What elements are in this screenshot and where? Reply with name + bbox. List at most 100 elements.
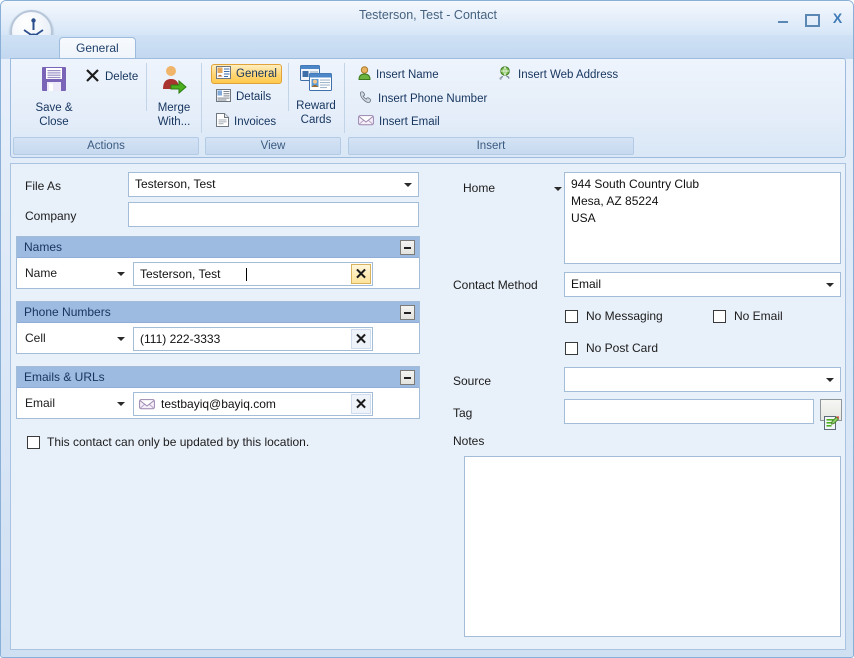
- ribbon-group-actions: Save & Close Delete Merge With... Action…: [11, 59, 201, 157]
- notes-textarea[interactable]: [464, 456, 841, 637]
- reward-cards-icon: [299, 63, 333, 97]
- company-label: Company: [25, 209, 77, 223]
- chevron-down-icon[interactable]: [117, 402, 125, 406]
- contact-window: Testerson, Test - Contact X General Save…: [0, 0, 854, 658]
- ribbon-divider: [288, 63, 289, 111]
- title-bar: Testerson, Test - Contact X: [1, 1, 853, 35]
- clear-x-icon[interactable]: ✕: [351, 264, 371, 284]
- no-post-card-label: No Post Card: [586, 341, 659, 355]
- no-email-checkbox[interactable]: [713, 310, 726, 323]
- delete-label: Delete: [105, 71, 139, 83]
- source-select[interactable]: [564, 367, 841, 392]
- email-type-combo[interactable]: Email: [25, 396, 125, 410]
- email-value-input[interactable]: testbayiq@bayiq.com ✕: [133, 392, 373, 416]
- ribbon-group-actions-label: Actions: [13, 137, 199, 155]
- view-details-label: Details: [236, 91, 272, 103]
- delete-button[interactable]: Delete: [81, 67, 142, 87]
- phone-value: (111) 222-3333: [140, 332, 221, 346]
- email-value: testbayiq@bayiq.com: [161, 397, 276, 411]
- address-line-1: 944 South Country Club: [571, 177, 700, 191]
- contact-method-value: Email: [571, 277, 602, 291]
- minimize-button[interactable]: [776, 11, 791, 26]
- ribbon-divider: [146, 63, 147, 111]
- view-general-button[interactable]: General: [211, 64, 282, 84]
- ribbon-divider: [201, 63, 202, 133]
- source-label: Source: [453, 374, 492, 388]
- file-as-label: File As: [25, 179, 62, 193]
- minus-icon[interactable]: [400, 305, 415, 320]
- insert-email-button[interactable]: Insert Email: [354, 113, 444, 130]
- no-email-label: No Email: [734, 309, 783, 323]
- view-details-button[interactable]: Details: [212, 88, 275, 106]
- chevron-down-icon[interactable]: [117, 272, 125, 276]
- file-as-input[interactable]: Testerson, Test: [128, 172, 419, 197]
- name-type-value: Name: [25, 266, 58, 280]
- no-messaging-label: No Messaging: [586, 309, 663, 323]
- tab-general[interactable]: General: [59, 37, 136, 59]
- ribbon-group-view: General Details Invoices Reward Cards Vi…: [203, 59, 343, 157]
- save-and-close-label-line1: Save &: [35, 102, 73, 114]
- phone-numbers-section-title: Phone Numbers: [24, 305, 111, 319]
- details-card-icon: [216, 89, 231, 105]
- ribbon-group-view-label: View: [205, 137, 341, 155]
- person-icon: [358, 66, 371, 83]
- view-invoices-label: Invoices: [234, 115, 277, 128]
- close-button[interactable]: X: [830, 11, 845, 26]
- insert-web-address-button[interactable]: Insert Web Address: [494, 65, 622, 84]
- contact-form-panel: File As Testerson, Test Company Names Na…: [10, 163, 846, 650]
- minus-icon[interactable]: [400, 370, 415, 385]
- phone-type-combo[interactable]: Cell: [25, 331, 125, 345]
- insert-phone-number-button[interactable]: Insert Phone Number: [354, 89, 491, 108]
- no-post-card-checkbox[interactable]: [565, 342, 578, 355]
- address-line-3: USA: [571, 211, 596, 225]
- chevron-down-icon[interactable]: [826, 283, 834, 287]
- merge-with-button[interactable]: Merge With...: [151, 63, 197, 129]
- notes-label: Notes: [453, 434, 485, 448]
- address-line-2: Mesa, AZ 85224: [571, 194, 659, 208]
- view-general-label: General: [236, 68, 277, 80]
- names-section-header[interactable]: Names: [17, 237, 419, 258]
- floppy-disk-icon: [38, 63, 70, 99]
- insert-email-label: Insert Email: [379, 115, 440, 128]
- chevron-down-icon[interactable]: [554, 187, 562, 191]
- phone-numbers-section-header[interactable]: Phone Numbers: [17, 302, 419, 323]
- merge-with-label-line1: Merge: [157, 102, 191, 114]
- phone-value-input[interactable]: (111) 222-3333 ✕: [133, 327, 373, 351]
- location-lock-label: This contact can only be updated by this…: [47, 435, 310, 449]
- chevron-down-icon[interactable]: [826, 378, 834, 382]
- ribbon-divider: [344, 63, 345, 133]
- edit-tag-button[interactable]: [820, 399, 842, 430]
- address-textarea[interactable]: 944 South Country Club Mesa, AZ 85224 US…: [564, 172, 841, 264]
- phone-type-value: Cell: [25, 331, 46, 345]
- minus-icon[interactable]: [400, 240, 415, 255]
- ribbon-group-insert-label: Insert: [348, 137, 634, 155]
- chevron-down-icon[interactable]: [117, 337, 125, 341]
- view-invoices-button[interactable]: Invoices: [212, 112, 280, 131]
- reward-cards-button[interactable]: Reward Cards: [291, 63, 341, 127]
- clear-x-icon[interactable]: ✕: [351, 329, 371, 349]
- contact-method-select[interactable]: Email: [564, 272, 841, 297]
- emails-urls-section-header[interactable]: Emails & URLs: [17, 367, 419, 388]
- name-value-input[interactable]: Testerson, Test ✕: [133, 262, 373, 286]
- no-messaging-checkbox[interactable]: [565, 310, 578, 323]
- maximize-button[interactable]: [803, 11, 820, 27]
- reward-cards-label-line1: Reward: [296, 100, 336, 112]
- ribbon-group-insert: Insert Name Insert Web Address Insert Ph…: [346, 59, 636, 157]
- save-and-close-button[interactable]: Save & Close: [23, 63, 85, 129]
- contact-method-label: Contact Method: [453, 278, 538, 292]
- insert-name-button[interactable]: Insert Name: [354, 65, 443, 84]
- merge-with-label-line2: With...: [157, 116, 191, 128]
- email-type-value: Email: [25, 396, 56, 410]
- insert-web-address-label: Insert Web Address: [518, 68, 619, 81]
- envelope-icon: [358, 114, 374, 129]
- chevron-down-icon[interactable]: [404, 183, 412, 187]
- name-type-combo[interactable]: Name: [25, 266, 125, 280]
- insert-name-label: Insert Name: [376, 68, 439, 81]
- company-input[interactable]: [128, 202, 419, 227]
- location-lock-checkbox[interactable]: [27, 436, 40, 449]
- globe-link-icon: [498, 66, 513, 83]
- document-icon: [216, 113, 229, 130]
- clear-x-icon[interactable]: ✕: [351, 394, 371, 414]
- file-as-value: Testerson, Test: [135, 177, 216, 191]
- tag-input[interactable]: [564, 399, 814, 424]
